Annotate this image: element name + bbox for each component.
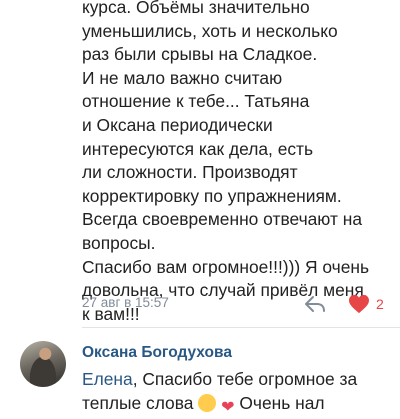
comment-line: ли сложности. Производят [82,162,298,183]
heart-emoji-icon: ❤ [221,398,235,416]
comment-line: курса. Объёмы значительно [82,0,310,17]
reply-line-text: Очень нал [239,392,325,413]
reply-button[interactable] [304,294,326,314]
comment-timestamp: 27 авг в 15:57 [82,295,169,310]
reply-line: теплые слова ❤ Очень нал [82,392,400,419]
avatar[interactable] [20,341,66,387]
mention-link[interactable]: Елена [82,369,133,389]
comment-meta-row: 27 авг в 15:57 2 [82,293,384,315]
comment-line: Всегда своевременно отвечают на [82,209,363,230]
comment-line: Спасибо вам огромное!!!))) Я очень [82,256,370,277]
comment-line: И не мало важно считаю [82,67,283,88]
reply-line-text: , Спасибо тебе огромное за [132,369,358,389]
like-button[interactable]: 2 [348,293,384,315]
comment-divider [82,327,400,328]
reply-line: Елена, Спасибо тебе огромное за [82,368,400,392]
comment-line: и Оксана периодически [82,114,273,135]
comment-line: корректировку по упражнениям. [82,185,342,206]
comment-line: уменьшились, хоть и несколько [82,20,338,41]
comment-line: отношение к тебе... Татьяна [82,91,310,112]
comment-line: интересуются как дела, есть [82,138,314,159]
smile-emoji-icon [198,393,217,412]
comment-line: вопросы. [82,232,156,253]
reply-line-text: теплые слова [82,392,194,413]
reply-arrow-icon [305,296,325,312]
comment-text: курса. Объёмы значительно уменьшились, х… [82,0,392,326]
reply-author-name[interactable]: Оксана Богодухова [82,344,232,362]
heart-icon [349,294,369,314]
comment-line: раз были срывы на Сладкое. [82,44,318,65]
like-count: 2 [376,296,384,312]
reply-text: Елена, Спасибо тебе огромное за теплые с… [82,368,400,419]
